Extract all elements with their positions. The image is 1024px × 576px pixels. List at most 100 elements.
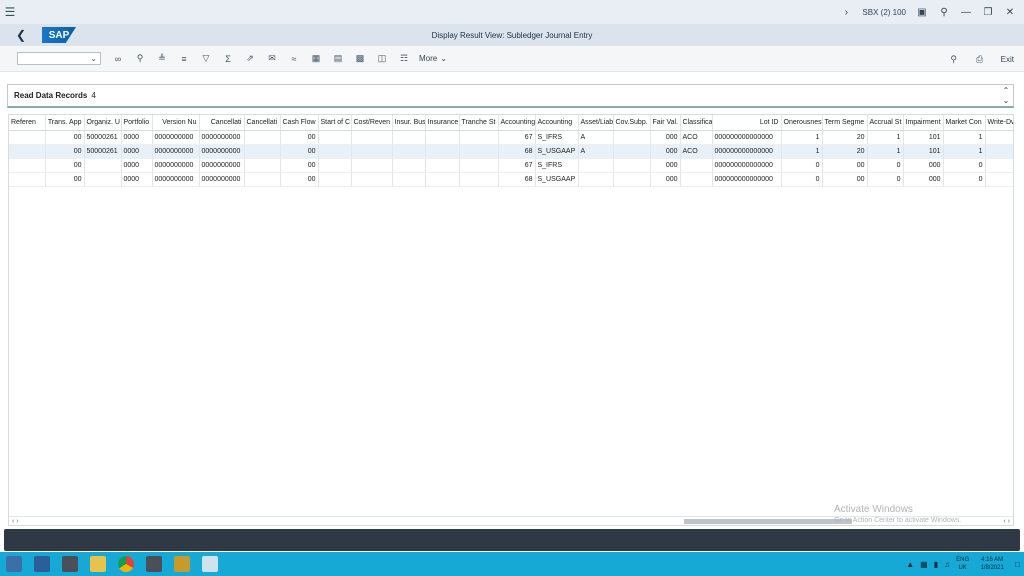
- table-cell[interactable]: 0: [943, 158, 986, 173]
- table-cell[interactable]: 0: [867, 158, 904, 173]
- table-cell[interactable]: [578, 158, 614, 173]
- table-cell[interactable]: [425, 158, 460, 173]
- table-cell[interactable]: [613, 144, 651, 159]
- table-cell[interactable]: S_USGAAP: [535, 172, 579, 187]
- table-cell[interactable]: 000000000000000: [712, 144, 782, 159]
- table-cell[interactable]: 0: [943, 172, 986, 187]
- table-row[interactable]: 00 50000261 0000 0000000000 0000000000 00 68 S_…: [9, 144, 1013, 159]
- table-cell[interactable]: [459, 144, 499, 159]
- column-header[interactable]: Fair Val.: [650, 115, 681, 131]
- manage-layout-icon[interactable]: ☶: [393, 51, 415, 67]
- table-cell[interactable]: [318, 158, 352, 173]
- table-cell[interactable]: [318, 172, 352, 187]
- records-scroller[interactable]: ⌃ ⌄: [1001, 86, 1011, 106]
- scroll-left-icon[interactable]: ‹ ›: [12, 518, 19, 525]
- table-row[interactable]: 00 0000 0000000000 0000000000 00 68 S_USGAAP 00…: [9, 172, 1013, 187]
- column-header[interactable]: Insur. Bus: [392, 115, 426, 131]
- column-header[interactable]: Impairment: [903, 115, 944, 131]
- column-header[interactable]: Referen: [9, 115, 46, 131]
- table-cell[interactable]: [351, 158, 393, 173]
- table-cell[interactable]: [425, 130, 460, 145]
- save-layout-icon[interactable]: ◫: [371, 51, 393, 67]
- chart-icon[interactable]: ≈: [283, 51, 305, 67]
- chevron-up-icon[interactable]: ⌃: [1003, 86, 1010, 95]
- layout-select[interactable]: ⌄: [17, 52, 101, 65]
- language-indicator[interactable]: ENG UK: [956, 556, 969, 572]
- table-cell[interactable]: 00: [280, 130, 319, 145]
- table-cell[interactable]: [244, 172, 281, 187]
- taskbar-app-icon[interactable]: [28, 552, 56, 576]
- column-header[interactable]: Trans. App: [45, 115, 85, 131]
- table-cell[interactable]: S_USGAAP: [535, 144, 579, 159]
- column-header[interactable]: Write-Dw: [985, 115, 1013, 131]
- table-cell[interactable]: [318, 130, 352, 145]
- sum-icon[interactable]: Σ: [217, 51, 239, 67]
- table-cell[interactable]: S_IFRS: [535, 130, 579, 145]
- table-cell[interactable]: [985, 158, 1013, 173]
- table-cell[interactable]: 000000000000000: [712, 172, 782, 187]
- table-cell[interactable]: 1: [943, 130, 986, 145]
- table-cell[interactable]: [985, 130, 1013, 145]
- column-header[interactable]: Asset/Liab: [578, 115, 614, 131]
- table-cell[interactable]: 0000: [121, 172, 153, 187]
- table-cell[interactable]: [9, 172, 46, 187]
- column-header[interactable]: Classifica: [680, 115, 713, 131]
- spreadsheet-icon[interactable]: ▦: [305, 51, 327, 67]
- restore-icon[interactable]: ❐: [982, 7, 994, 18]
- table-cell[interactable]: [613, 130, 651, 145]
- table-cell[interactable]: 00: [280, 144, 319, 159]
- table-cell[interactable]: A: [578, 130, 614, 145]
- table-cell[interactable]: 00: [45, 144, 85, 159]
- table-cell[interactable]: [351, 172, 393, 187]
- table-cell[interactable]: 000: [650, 158, 681, 173]
- table-cell[interactable]: 00: [45, 172, 85, 187]
- exit-button[interactable]: Exit: [1001, 55, 1014, 64]
- table-cell[interactable]: [425, 172, 460, 187]
- table-cell[interactable]: 0000: [121, 130, 153, 145]
- scroll-right-icon[interactable]: ‹ ›: [1003, 518, 1010, 525]
- table-cell[interactable]: [392, 130, 426, 145]
- chevron-right-icon[interactable]: ›: [840, 7, 852, 18]
- column-header[interactable]: Version Nu: [152, 115, 200, 131]
- table-cell[interactable]: [392, 172, 426, 187]
- table-cell[interactable]: 50000261: [84, 130, 122, 145]
- table-cell[interactable]: 50000261: [84, 144, 122, 159]
- mail-icon[interactable]: ✉: [261, 51, 283, 67]
- table-cell[interactable]: 20: [822, 144, 868, 159]
- network-icon[interactable]: ▦: [920, 560, 928, 569]
- table-cell[interactable]: [985, 172, 1013, 187]
- table-cell[interactable]: 0: [867, 172, 904, 187]
- column-header[interactable]: Portfolio: [121, 115, 153, 131]
- table-cell[interactable]: 1: [867, 130, 904, 145]
- table-cell[interactable]: 000: [650, 144, 681, 159]
- window-icon[interactable]: ▣: [916, 7, 928, 18]
- table-cell[interactable]: [680, 172, 713, 187]
- table-cell[interactable]: [459, 130, 499, 145]
- table-cell[interactable]: A: [578, 144, 614, 159]
- table-cell[interactable]: 00: [280, 172, 319, 187]
- column-header[interactable]: Cost/Reven: [351, 115, 393, 131]
- table-cell[interactable]: 0000000000: [199, 144, 245, 159]
- table-cell[interactable]: 000: [903, 172, 944, 187]
- table-cell[interactable]: 0: [781, 172, 823, 187]
- column-header[interactable]: Lot ID: [712, 115, 782, 131]
- battery-icon[interactable]: ▮: [934, 560, 938, 569]
- search-icon[interactable]: ⚲: [943, 51, 965, 67]
- table-cell[interactable]: 101: [903, 130, 944, 145]
- table-cell[interactable]: 0000000000: [199, 158, 245, 173]
- table-cell[interactable]: 1: [781, 144, 823, 159]
- table-cell[interactable]: [392, 158, 426, 173]
- details-icon[interactable]: ∞: [107, 51, 129, 67]
- filter-icon[interactable]: ▽: [195, 51, 217, 67]
- table-cell[interactable]: [613, 158, 651, 173]
- print-icon[interactable]: ⎙: [969, 51, 991, 67]
- table-cell[interactable]: S_IFRS: [535, 158, 579, 173]
- column-header[interactable]: Accounting: [498, 115, 536, 131]
- chevron-up-icon[interactable]: ▲: [906, 560, 914, 569]
- taskbar-app-icon[interactable]: [140, 552, 168, 576]
- table-cell[interactable]: 0000: [121, 158, 153, 173]
- table-cell[interactable]: 0: [781, 158, 823, 173]
- table-cell[interactable]: [351, 130, 393, 145]
- table-cell[interactable]: 0000000000: [152, 144, 200, 159]
- close-icon[interactable]: ✕: [1004, 7, 1016, 18]
